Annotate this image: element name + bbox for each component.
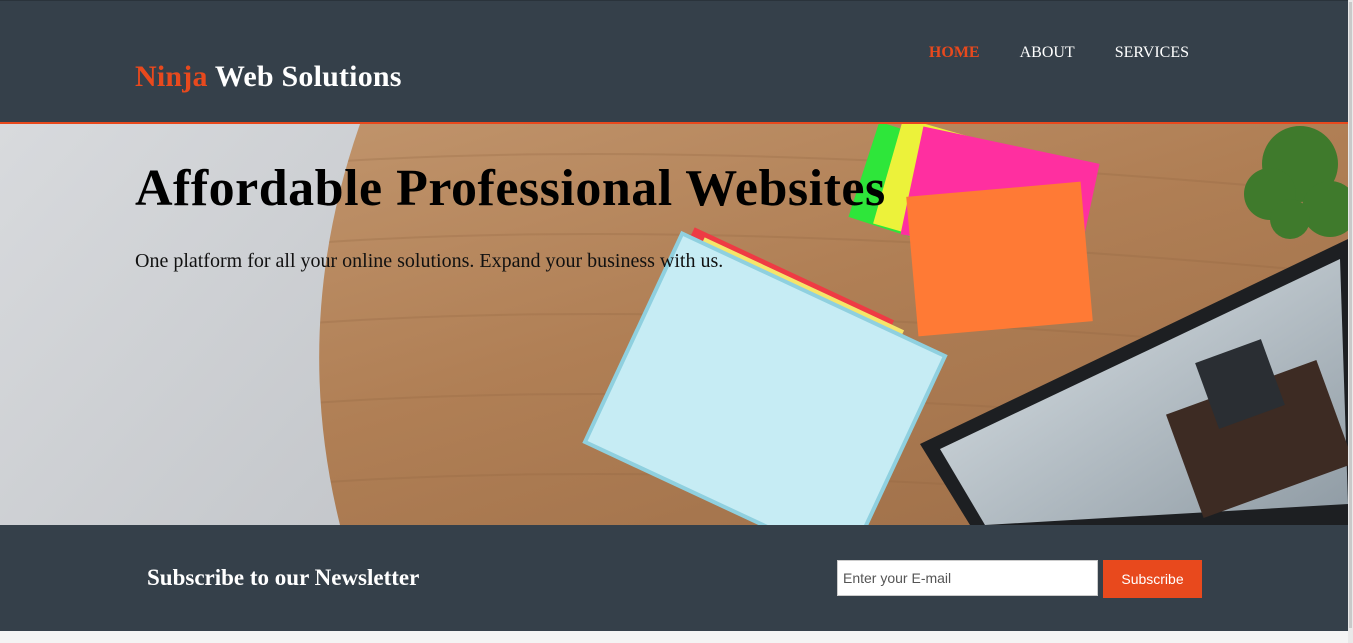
page-scrollbar[interactable] xyxy=(1348,0,1353,643)
newsletter-heading: Subscribe to our Newsletter xyxy=(147,565,420,590)
site-header: Ninja Web Solutions Home About Services xyxy=(0,0,1348,125)
nav-about-link[interactable]: About xyxy=(1020,44,1075,62)
subscribe-button[interactable]: Subscribe xyxy=(1103,560,1202,598)
brand-name: Web Solutions xyxy=(207,60,402,93)
nav-services-link[interactable]: Services xyxy=(1115,44,1189,62)
showcase-banner: Affordable Professional Websites One pla… xyxy=(0,124,1348,525)
nav-home-link[interactable]: Home xyxy=(929,44,980,62)
brand-highlight: Ninja xyxy=(135,60,208,93)
showcase-subtitle: One platform for all your online solutio… xyxy=(135,250,724,272)
site-logo[interactable]: Ninja Web Solutions xyxy=(135,60,402,94)
showcase-title: Affordable Professional Websites xyxy=(135,160,886,217)
email-input[interactable] xyxy=(837,560,1098,596)
scrollbar-thumb[interactable] xyxy=(1349,2,1352,628)
main-nav: Home About Services xyxy=(929,44,1189,62)
newsletter-section: Subscribe to our Newsletter Subscribe xyxy=(0,525,1348,631)
